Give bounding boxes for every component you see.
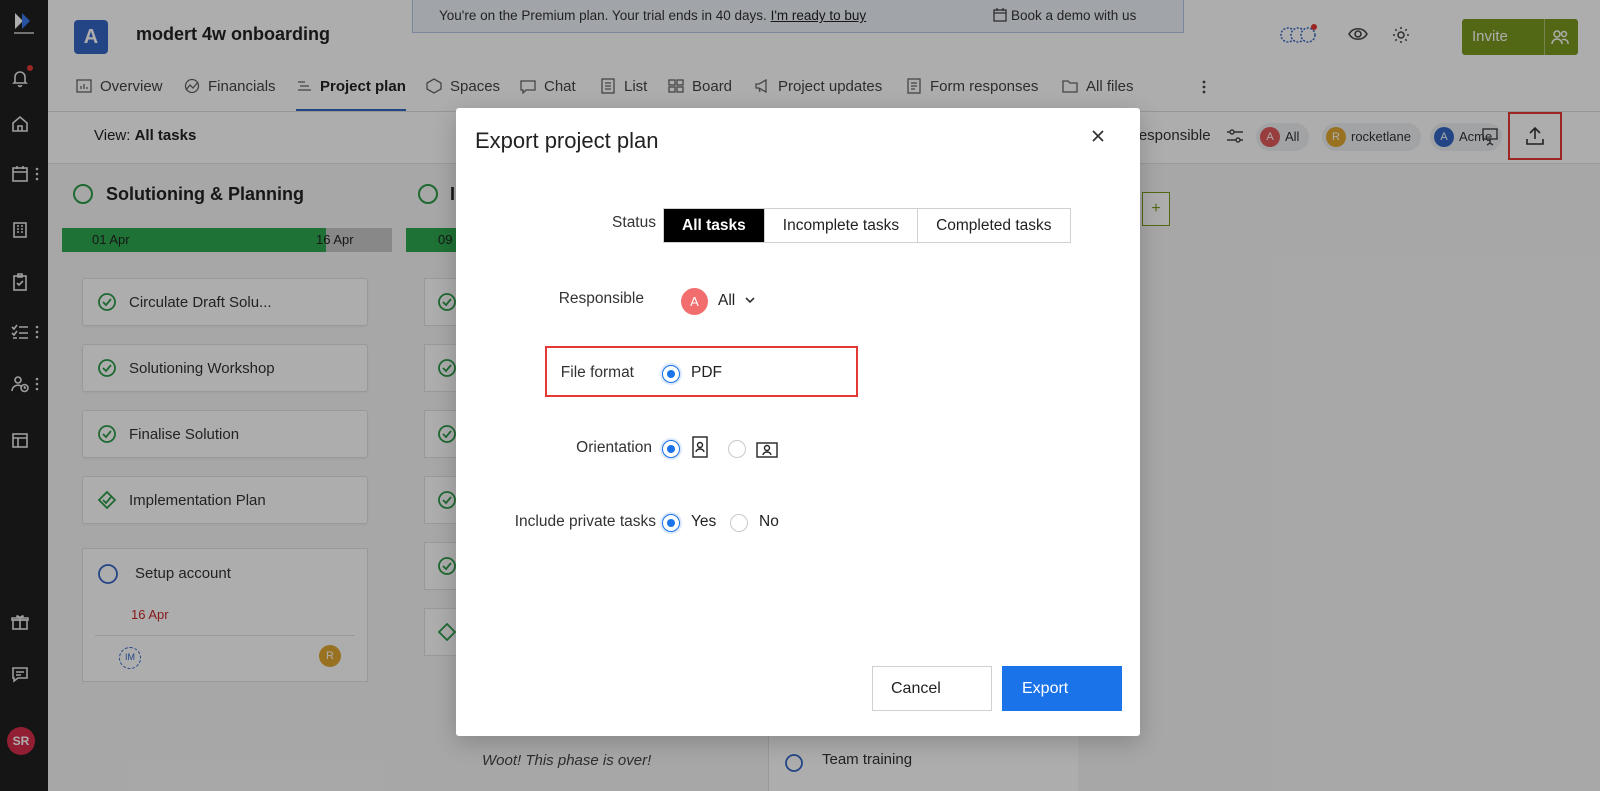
- orientation-label: Orientation: [576, 439, 652, 456]
- private-yes-label[interactable]: Yes: [691, 513, 716, 531]
- status-option-all-tasks[interactable]: All tasks: [664, 209, 764, 242]
- close-icon[interactable]: [1086, 124, 1110, 148]
- status-segmented-control: All tasks Incomplete tasks Completed tas…: [663, 208, 1071, 243]
- private-no-label[interactable]: No: [759, 513, 779, 531]
- file-format-pdf-label[interactable]: PDF: [691, 364, 722, 382]
- orientation-portrait-radio[interactable]: [662, 440, 680, 458]
- export-project-plan-modal: Export project plan Status All tasks Inc…: [456, 108, 1140, 736]
- status-option-incomplete-tasks[interactable]: Incomplete tasks: [763, 209, 918, 242]
- orientation-landscape-radio[interactable]: [728, 440, 746, 458]
- responsible-label: Responsible: [558, 290, 644, 307]
- responsible-value: All: [718, 292, 736, 309]
- modal-title: Export project plan: [475, 128, 659, 153]
- private-no-radio[interactable]: [730, 514, 748, 532]
- cancel-button[interactable]: Cancel: [872, 666, 992, 711]
- file-format-label: File format: [560, 364, 634, 381]
- portrait-orientation-icon[interactable]: [692, 436, 708, 458]
- file-format-pdf-radio[interactable]: [662, 365, 680, 383]
- landscape-orientation-icon[interactable]: [756, 442, 778, 458]
- private-yes-radio[interactable]: [662, 514, 680, 532]
- status-label: Status: [612, 214, 656, 231]
- include-private-tasks-label: Include private tasks: [514, 513, 656, 530]
- responsible-avatar: A: [681, 288, 708, 315]
- chevron-down-icon: [745, 297, 755, 304]
- export-button[interactable]: Export: [1002, 666, 1122, 711]
- status-option-completed-tasks[interactable]: Completed tasks: [917, 209, 1070, 242]
